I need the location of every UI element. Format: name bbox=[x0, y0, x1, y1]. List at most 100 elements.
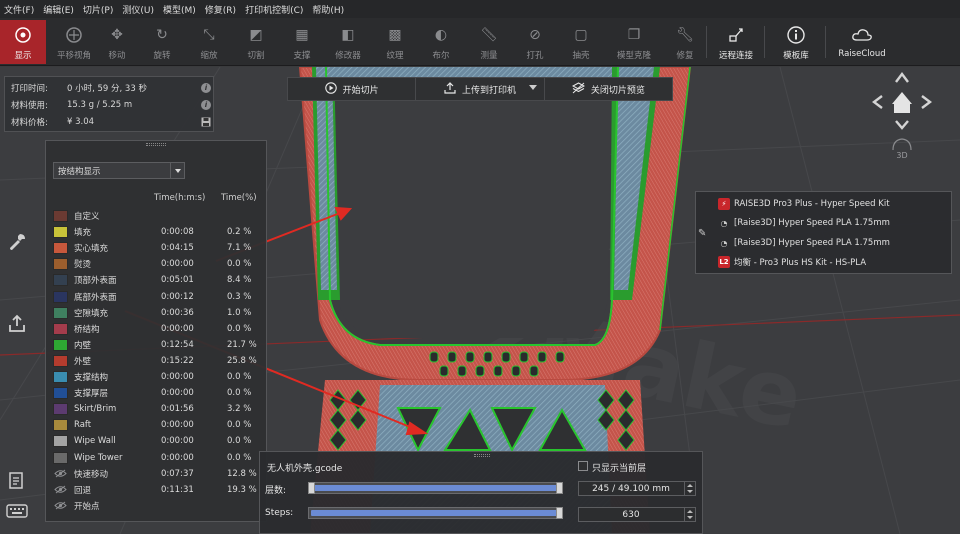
menu-printer-control[interactable]: 打印机控制(C) bbox=[245, 3, 303, 16]
profile-row[interactable]: L2 均衡 - Pro3 Plus HS Kit - HS-PLA bbox=[718, 253, 950, 271]
measure-button[interactable]: 📏︎ 测量 bbox=[474, 20, 504, 64]
only-current-layer-checkbox[interactable] bbox=[578, 461, 588, 471]
texture-button[interactable]: ▩ 纹理 bbox=[380, 20, 410, 64]
layer-spinbox[interactable]: 245 / 49.100 mm bbox=[578, 481, 696, 496]
layer-slider-max-handle[interactable] bbox=[556, 482, 563, 494]
menu-repair[interactable]: 修复(R) bbox=[205, 3, 236, 16]
chevron-down-icon[interactable] bbox=[528, 85, 537, 90]
panel-drag-handle[interactable] bbox=[474, 454, 490, 457]
rotate-button[interactable]: ↻ 旋转 bbox=[147, 20, 177, 64]
legend-color-swatch[interactable] bbox=[53, 226, 68, 239]
display-button[interactable]: 显示 bbox=[0, 20, 46, 64]
remote-connect-button[interactable]: 远程连接 bbox=[714, 20, 758, 64]
move-button[interactable]: ✥ 移动 bbox=[102, 20, 132, 64]
model-cloning-button[interactable]: ❐ 模型克隆 bbox=[612, 20, 656, 64]
legend-item[interactable]: 填充 0:00:08 0.2 % bbox=[53, 224, 263, 240]
legend-item[interactable]: 顶部外表面 0:05:01 8.4 % bbox=[53, 272, 263, 288]
steps-slider[interactable] bbox=[308, 507, 563, 519]
legend-item[interactable]: 自定义 bbox=[53, 208, 263, 224]
display-mode-select[interactable]: 按结构显示 bbox=[53, 162, 185, 179]
spin-buttons[interactable] bbox=[684, 508, 695, 521]
legend-item[interactable]: 熨烫 0:00:00 0.0 % bbox=[53, 256, 263, 272]
menu-measure[interactable]: 测仪(U) bbox=[122, 3, 154, 16]
layer-slider[interactable] bbox=[308, 482, 563, 494]
legend-color-swatch[interactable] bbox=[53, 322, 68, 335]
legend-item-time: 0:00:08 bbox=[161, 227, 194, 238]
legend-item[interactable]: Wipe Tower 0:00:00 0.0 % bbox=[53, 450, 263, 466]
upload-to-printer-button[interactable]: 上传到打印机 bbox=[416, 78, 545, 100]
legend-color-swatch[interactable] bbox=[53, 419, 68, 432]
info-icon[interactable]: i bbox=[201, 83, 211, 93]
legend-item[interactable]: Wipe Wall 0:00:00 0.0 % bbox=[53, 433, 263, 449]
keyboard-icon[interactable] bbox=[4, 498, 30, 524]
notes-icon[interactable] bbox=[4, 468, 30, 494]
pan-view-button[interactable]: 平移视角 bbox=[48, 20, 100, 64]
raisecloud-button[interactable]: RaiseCloud bbox=[835, 20, 889, 64]
legend-item[interactable]: 底部外表面 0:00:12 0.3 % bbox=[53, 289, 263, 305]
legend-item[interactable]: 回退 0:11:31 19.3 % bbox=[53, 482, 263, 498]
panel-drag-handle[interactable] bbox=[146, 143, 166, 146]
legend-item[interactable]: 实心填充 0:04:15 7.1 % bbox=[53, 240, 263, 256]
menu-help[interactable]: 帮助(H) bbox=[312, 3, 344, 16]
legend-color-swatch[interactable] bbox=[53, 306, 68, 319]
legend-color-swatch[interactable] bbox=[53, 435, 68, 448]
support-button[interactable]: ▦ 支撑 bbox=[287, 20, 317, 64]
legend-color-swatch[interactable] bbox=[53, 451, 68, 464]
legend-item[interactable]: 桥结构 0:00:00 0.0 % bbox=[53, 321, 263, 337]
legend-item[interactable]: 内壁 0:12:54 21.7 % bbox=[53, 337, 263, 353]
legend-item[interactable]: 支撑结构 0:00:00 0.0 % bbox=[53, 369, 263, 385]
close-slice-preview-button[interactable]: 关闭切片预览 bbox=[545, 78, 672, 100]
start-slice-button[interactable]: 开始切片 bbox=[288, 78, 417, 100]
layer-slider-min-handle[interactable] bbox=[308, 482, 315, 494]
menu-slice[interactable]: 切片(P) bbox=[83, 3, 113, 16]
wrench-icon[interactable] bbox=[4, 229, 30, 255]
legend-color-swatch[interactable] bbox=[53, 387, 68, 400]
menu-model[interactable]: 模型(M) bbox=[163, 3, 196, 16]
cut-button[interactable]: ◩ 切割 bbox=[241, 20, 271, 64]
legend-item[interactable]: Skirt/Brim 0:01:56 3.2 % bbox=[53, 401, 263, 417]
filament-left-row[interactable]: ◔ [Raise3D] Hyper Speed PLA 1.75mm bbox=[718, 214, 950, 232]
3d-rotate-icon[interactable]: 3D bbox=[892, 138, 912, 160]
arrow-up-icon[interactable] bbox=[895, 72, 909, 83]
steps-spinbox[interactable]: 630 bbox=[578, 507, 696, 522]
legend-item[interactable]: 支撑厚层 0:00:00 0.0 % bbox=[53, 385, 263, 401]
menu-file[interactable]: 文件(F) bbox=[4, 3, 34, 16]
arrow-down-icon[interactable] bbox=[895, 120, 909, 130]
legend-color-swatch[interactable] bbox=[53, 242, 68, 255]
arrow-left-icon[interactable] bbox=[872, 95, 883, 109]
filament-right-row[interactable]: ◔ [Raise3D] Hyper Speed PLA 1.75mm bbox=[718, 234, 950, 252]
edit-pencil-icon[interactable]: ✎ bbox=[698, 228, 706, 239]
spin-buttons[interactable] bbox=[684, 482, 695, 495]
legend-color-swatch[interactable] bbox=[53, 210, 68, 222]
legend-item[interactable]: 开始点 bbox=[53, 498, 263, 514]
eye-off-icon[interactable] bbox=[53, 468, 68, 480]
info-icon[interactable]: i bbox=[201, 100, 211, 110]
menu-edit[interactable]: 编辑(E) bbox=[43, 3, 74, 16]
legend-item[interactable]: 快速移动 0:07:37 12.8 % bbox=[53, 466, 263, 482]
model-library-button[interactable]: 模板库 bbox=[778, 20, 814, 64]
machine-row[interactable]: ⚡ RAISE3D Pro3 Plus - Hyper Speed Kit bbox=[718, 195, 950, 213]
legend-color-swatch[interactable] bbox=[53, 403, 68, 416]
drill-button[interactable]: ⊘ 打孔 bbox=[520, 20, 550, 64]
scale-button[interactable]: ⤡ 缩放 bbox=[194, 20, 224, 64]
legend-item[interactable]: 外壁 0:15:22 25.8 % bbox=[53, 353, 263, 369]
legend-color-swatch[interactable] bbox=[53, 258, 68, 271]
home-icon[interactable] bbox=[892, 92, 912, 113]
modifier-button[interactable]: ◧ 修改器 bbox=[331, 20, 365, 64]
legend-color-swatch[interactable] bbox=[53, 274, 68, 287]
legend-item[interactable]: Raft 0:00:00 0.0 % bbox=[53, 417, 263, 433]
legend-color-swatch[interactable] bbox=[53, 354, 68, 367]
shell-button[interactable]: ▢ 抽壳 bbox=[566, 20, 596, 64]
legend-color-swatch[interactable] bbox=[53, 371, 68, 383]
eye-off-icon[interactable] bbox=[53, 484, 68, 496]
arrow-right-icon[interactable] bbox=[921, 95, 932, 109]
legend-color-swatch[interactable] bbox=[53, 338, 68, 351]
legend-color-swatch[interactable] bbox=[53, 290, 68, 303]
repair-button[interactable]: 🔧︎ 修复 bbox=[670, 20, 700, 64]
export-icon[interactable] bbox=[4, 311, 30, 337]
steps-slider-handle[interactable] bbox=[556, 507, 563, 519]
eye-off-icon[interactable] bbox=[53, 500, 68, 512]
legend-item[interactable]: 空隙填充 0:00:36 1.0 % bbox=[53, 305, 263, 321]
boolean-button[interactable]: ◐ 布尔 bbox=[426, 20, 456, 64]
save-icon[interactable] bbox=[201, 117, 211, 127]
